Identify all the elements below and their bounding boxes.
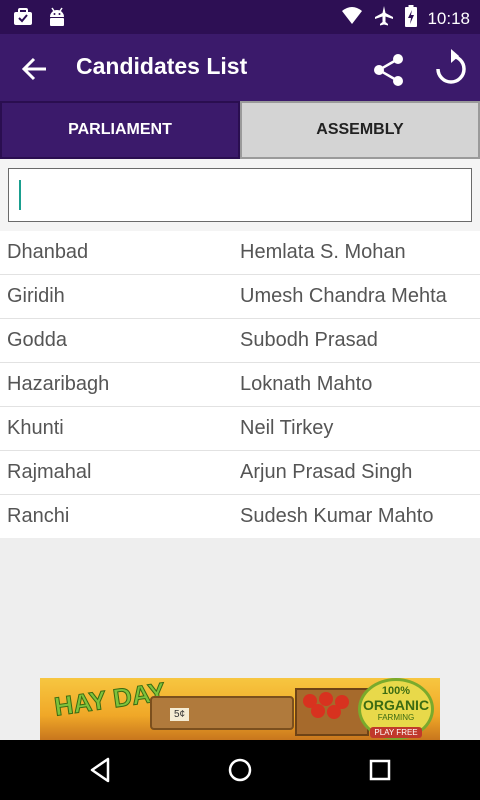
list-item[interactable]: Giridih Umesh Chandra Mehta bbox=[0, 275, 480, 319]
candidate-name: Arjun Prasad Singh bbox=[240, 461, 413, 483]
list-item[interactable]: Rajmahal Arjun Prasad Singh bbox=[0, 451, 480, 495]
airplane-icon bbox=[373, 5, 395, 32]
share-icon[interactable] bbox=[370, 51, 408, 89]
candidate-name: Subodh Prasad bbox=[240, 329, 378, 351]
ad-badge-title: ORGANIC bbox=[362, 697, 430, 713]
constituency-name: Rajmahal bbox=[7, 461, 92, 483]
constituency-name: Khunti bbox=[7, 417, 64, 439]
tab-assembly[interactable]: ASSEMBLY bbox=[240, 101, 480, 159]
tab-parliament[interactable]: PARLIAMENT bbox=[0, 101, 240, 159]
candidate-name: Sudesh Kumar Mahto bbox=[240, 505, 434, 527]
recents-square-icon[interactable] bbox=[365, 755, 395, 785]
ad-play-button[interactable]: PLAY FREE bbox=[370, 727, 422, 738]
page-title: Candidates List bbox=[76, 53, 248, 79]
system-nav-bar bbox=[0, 740, 480, 800]
text-cursor bbox=[19, 180, 21, 210]
app-bar: Candidates List bbox=[0, 34, 480, 101]
search-input[interactable] bbox=[8, 168, 472, 222]
ad-organic-badge: 100% ORGANIC FARMING PLAY FREE bbox=[358, 678, 434, 740]
briefcase-icon bbox=[12, 6, 34, 33]
list-item[interactable]: Hazaribagh Loknath Mahto bbox=[0, 363, 480, 407]
candidate-name: Neil Tirkey bbox=[240, 417, 334, 439]
android-icon bbox=[46, 6, 68, 33]
ad-price-sign: 5¢ bbox=[170, 708, 190, 721]
candidate-name: Umesh Chandra Mehta bbox=[240, 285, 447, 307]
status-bar: 10:18 bbox=[0, 0, 480, 34]
list-item[interactable]: Godda Subodh Prasad bbox=[0, 319, 480, 363]
tab-bar: PARLIAMENT ASSEMBLY bbox=[0, 101, 480, 159]
constituency-name: Godda bbox=[7, 329, 68, 351]
list-item[interactable]: Ranchi Sudesh Kumar Mahto bbox=[0, 495, 480, 538]
candidate-list: Dhanbad Hemlata S. Mohan Giridih Umesh C… bbox=[0, 231, 480, 538]
refresh-icon[interactable] bbox=[431, 49, 471, 89]
home-circle-icon[interactable] bbox=[225, 755, 255, 785]
candidate-name: Loknath Mahto bbox=[240, 373, 373, 395]
wifi-icon bbox=[341, 6, 363, 31]
ad-banner[interactable]: HAY DAY 5¢ 100% ORGANIC FARMING PLAY FRE… bbox=[40, 678, 440, 740]
search-container bbox=[0, 159, 480, 231]
list-item[interactable]: Dhanbad Hemlata S. Mohan bbox=[0, 231, 480, 275]
candidate-name: Hemlata S. Mohan bbox=[240, 241, 406, 263]
list-item[interactable]: Khunti Neil Tirkey bbox=[0, 407, 480, 451]
constituency-name: Dhanbad bbox=[7, 241, 89, 263]
back-arrow-icon[interactable] bbox=[18, 52, 52, 86]
back-triangle-icon[interactable] bbox=[86, 755, 116, 785]
ad-badge-percent: 100% bbox=[381, 685, 411, 697]
constituency-name: Hazaribagh bbox=[7, 373, 110, 395]
battery-charging-icon bbox=[405, 5, 418, 32]
ad-badge-subtitle: FARMING bbox=[377, 713, 415, 722]
status-time: 10:18 bbox=[427, 8, 470, 28]
constituency-name: Ranchi bbox=[7, 505, 70, 527]
constituency-name: Giridih bbox=[7, 285, 65, 307]
